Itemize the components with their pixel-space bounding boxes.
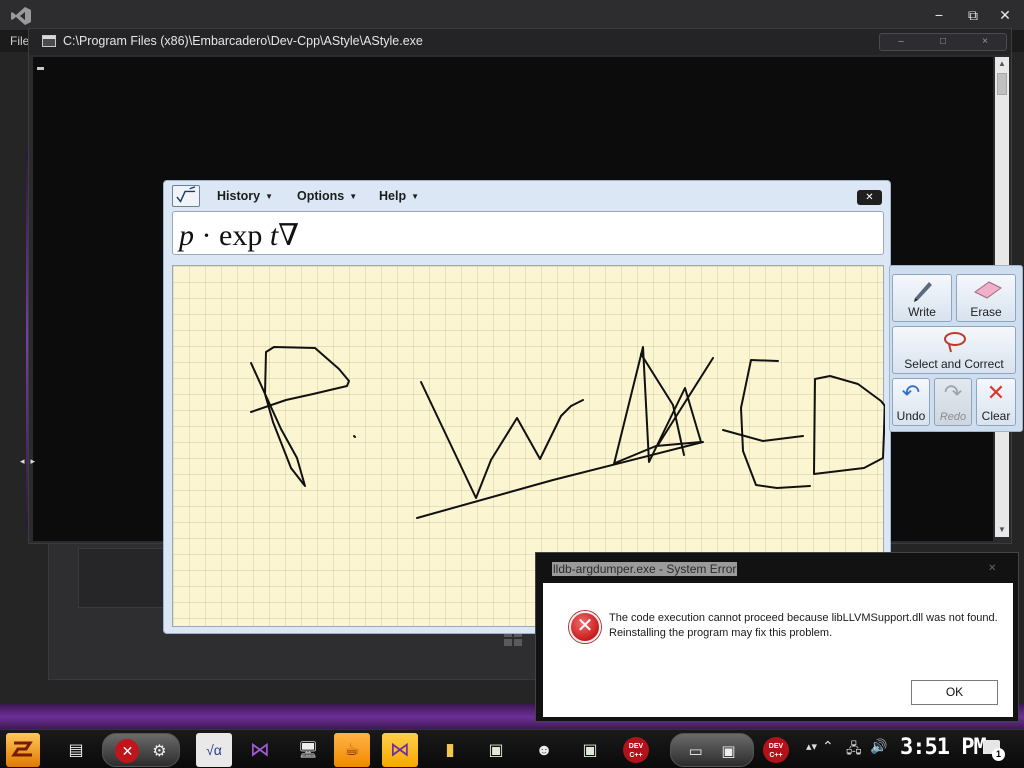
dialog-body: ✕ The code execution cannot proceed beca… [543,583,1013,717]
vs-restore-button[interactable]: ⧉ [958,4,988,26]
undo-arrow-icon: ↶ [901,380,921,405]
taskbar-window-2[interactable]: ▣ [572,733,608,767]
ink-stroke-d [813,375,885,475]
redo-arrow-icon: ↷ [943,380,963,405]
math-input-close-button[interactable]: ✕ [857,190,882,205]
sqrt-alpha-icon: √α [206,742,222,758]
clear-x-icon: ✕ [986,380,1006,405]
taskbar-file-explorer[interactable]: ▮ [432,733,468,767]
taskbar-visual-studio[interactable]: ⋈ [242,733,278,767]
ok-button[interactable]: OK [911,680,998,705]
taskbar-app-group[interactable]: ✕ ⚙ [102,733,180,767]
console-window-controls: – □ × [879,33,1007,51]
ink-stroke-underline [416,441,704,519]
write-tool-button[interactable]: Write [892,274,952,322]
visual-studio-logo-icon [11,7,31,25]
ink-stroke-e-bar [722,429,804,442]
dialog-close-button[interactable]: ✕ [988,563,996,574]
lasso-icon [944,332,966,353]
console-maximize-button[interactable]: □ [922,34,964,50]
error-icon: ✕ [569,611,601,643]
folder-icon: ▮ [445,740,455,759]
red-x-app-icon: ✕ [115,739,140,763]
window-icon: ▣ [582,742,598,759]
ink-stroke-p [250,346,350,487]
vs-close-button[interactable]: ✕ [990,4,1020,26]
settings-gear-icon: ⚙ [152,743,167,760]
console-titlebar[interactable]: C:\Program Files (x86)\Embarcadero\Dev-C… [29,29,1011,55]
devcpp-icon: DEV C++ [623,737,649,763]
visual-studio-icon: ⋈ [390,739,410,761]
start-logo-icon [11,741,33,757]
ink-stroke-w [420,381,584,499]
taskbar-math-input[interactable]: √α [196,733,232,767]
erase-tool-button[interactable]: Erase [956,274,1016,322]
volume-icon[interactable]: 🔊 [870,738,887,755]
taskbar-window-1[interactable]: ▣ [478,733,514,767]
pen-icon [914,282,932,302]
chevron-down-icon: ▼ [265,192,273,201]
text-cursor [37,67,44,70]
tray-scroll-arrows-icon[interactable]: ▴▾ [806,740,817,753]
taskbar-java[interactable]: ☕ [334,733,370,767]
scroll-thumb[interactable] [997,73,1007,95]
console-app-icon [42,35,56,47]
devcpp-icon: DEV C++ [763,737,789,763]
console-close-button[interactable]: × [964,34,1006,50]
menu-help[interactable]: Help ▼ [379,189,419,203]
system-error-dialog: lldb-argdumper.exe - System Error ✕ ✕ Th… [535,552,1019,722]
visual-studio-icon: ⋈ [250,739,270,761]
vs-minimize-button[interactable]: − [924,4,954,26]
chevron-down-icon: ▼ [411,192,420,201]
clear-button[interactable]: ✕ Clear [976,378,1016,426]
error-message: The code execution cannot proceed becaus… [609,612,998,639]
vs-titlebar: − ⧉ ✕ [0,0,1024,30]
scroll-up-arrow-icon[interactable]: ▲ [996,58,1008,70]
window-icon: ▣ [488,742,504,759]
taskbar-visual-studio-2[interactable]: ⋈ [382,733,418,767]
taskbar-devcpp[interactable]: DEV C++ [618,733,654,767]
tray-chevron-icon[interactable]: ⌃ [822,738,834,755]
redo-button[interactable]: ↷ Redo [934,378,972,426]
ink-stroke-cross [657,357,714,446]
console-title: C:\Program Files (x86)\Embarcadero\Dev-C… [63,34,423,48]
select-and-correct-button[interactable]: Select and Correct [892,326,1016,374]
network-icon[interactable]: 🖧 [846,738,862,762]
math-input-tools: Write Erase Select and Correct ↶ Undo ↷ … [889,265,1023,432]
java-cup-icon: ☕ [344,740,360,759]
notification-count-badge: 1 [992,748,1005,761]
dock-icon: ▤ [68,742,84,759]
menu-history[interactable]: History ▼ [217,189,273,203]
math-input-app-icon [172,185,200,207]
taskbar: ▤ ✕ ⚙ √α ⋈ 🖥 ☕ ⋈ ▮ ▣ ☻ ▣ DEV C++ ▭ ▣ DEV… [0,729,1024,768]
monitor-icon: 🖥 [297,742,319,759]
console-minimize-button[interactable]: – [880,34,922,50]
math-preview: p · exp t∇ [172,211,884,255]
taskbar-devcpp-2[interactable]: DEV C++ [758,733,794,767]
start-button[interactable] [6,733,40,767]
console-window-icon: ▭ [688,743,703,760]
character-icon: ☻ [535,742,553,759]
taskbar-remote-desktop[interactable]: 🖥 [290,733,326,767]
menu-options[interactable]: Options ▼ [297,189,357,203]
math-preview-expression: p · exp t∇ [179,219,300,252]
chevron-down-icon: ▼ [349,192,358,201]
ink-stroke-e [740,359,811,489]
vs-menu-file[interactable]: File [10,34,29,48]
window-icon: ▣ [721,743,736,760]
taskbar-app-dock[interactable]: ▤ [58,733,94,767]
eraser-icon [974,281,1002,299]
undo-button[interactable]: ↶ Undo [892,378,930,426]
dialog-title: lldb-argdumper.exe - System Error [552,562,738,576]
scroll-down-arrow-icon[interactable]: ▼ [996,524,1008,536]
taskbar-clock[interactable]: 3:51 PM [900,735,987,760]
splitter-arrows-icon[interactable]: ◂▸ [20,456,41,467]
taskbar-game[interactable]: ☻ [526,733,562,767]
taskbar-app-group-2[interactable]: ▭ ▣ [670,733,754,767]
ink-stroke-dot [353,435,356,438]
